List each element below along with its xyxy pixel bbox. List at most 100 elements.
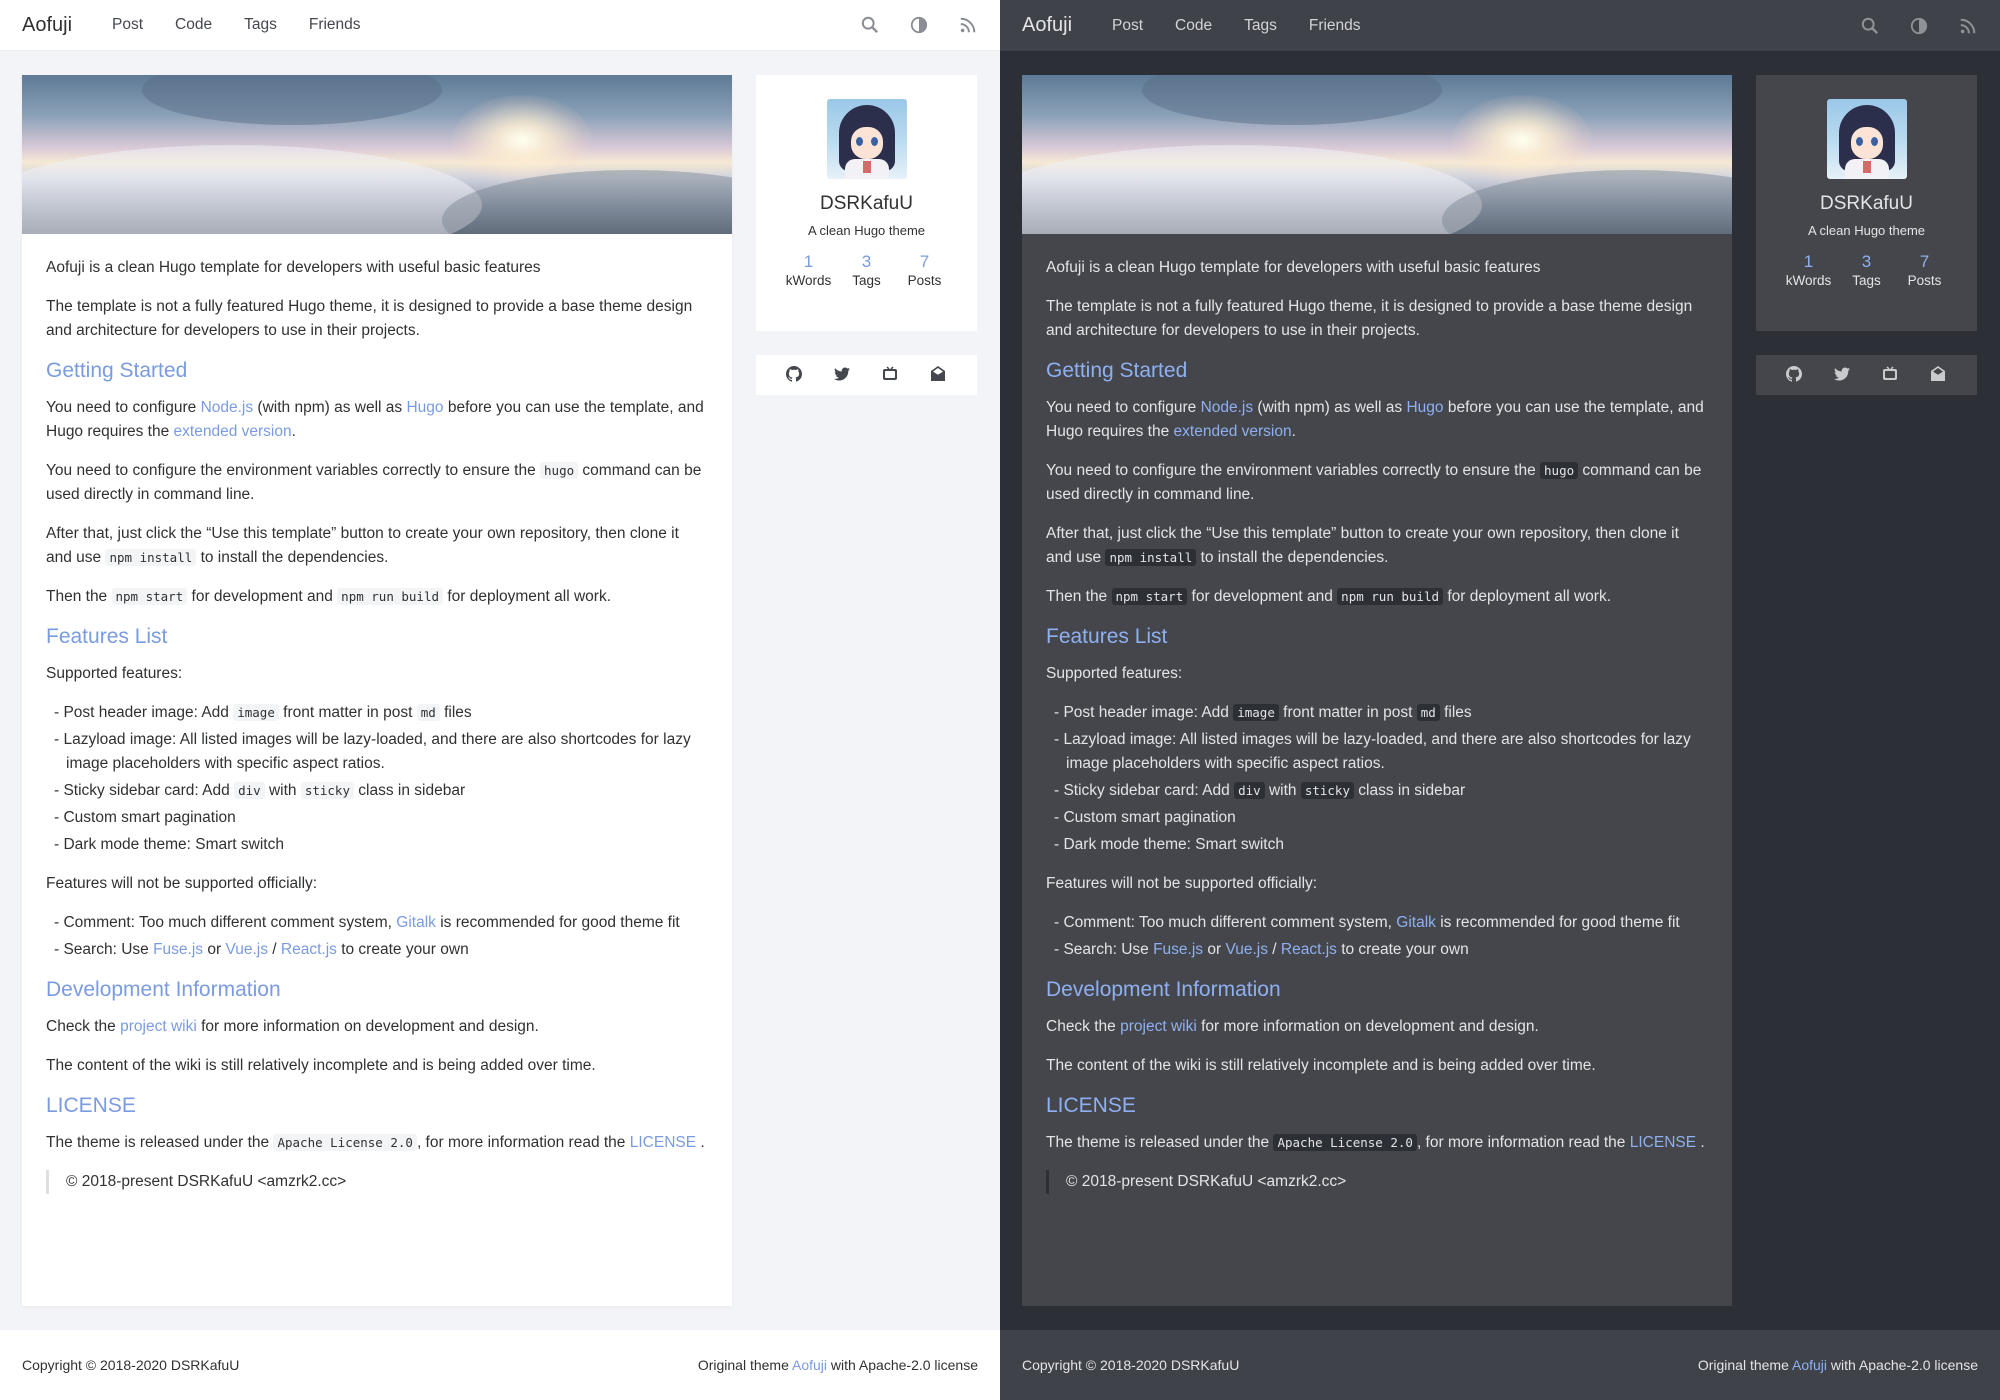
- paragraph: Then the npm start for development and n…: [1046, 588, 1612, 605]
- page-footer: Copyright © 2018-2020 DSRKafuU Original …: [1000, 1330, 2000, 1400]
- nav-friends[interactable]: Friends: [1309, 17, 1361, 35]
- heading-getting-started: Getting Started: [46, 359, 188, 382]
- supported-features-list: Post header image: Add image front matte…: [54, 701, 708, 857]
- social-links-card: [756, 355, 977, 395]
- contrast-icon[interactable]: [909, 15, 929, 35]
- contrast-icon[interactable]: [1909, 16, 1929, 36]
- list-item: Comment: Too much different comment syst…: [54, 911, 708, 935]
- link-vuejs[interactable]: Vue.js: [225, 941, 268, 958]
- profile-description: A clean Hugo theme: [807, 223, 926, 238]
- link-extended-version[interactable]: extended version: [1174, 423, 1292, 440]
- stat-posts[interactable]: 7 Posts: [896, 252, 954, 288]
- search-icon[interactable]: [860, 15, 880, 35]
- link-extended-version[interactable]: extended version: [174, 423, 292, 440]
- link-hugo[interactable]: Hugo: [406, 399, 443, 416]
- profile-card: DSRKafuU A clean Hugo theme 1 kWords 3 Tag…: [1756, 75, 1977, 331]
- heading-license: LICENSE: [1046, 1094, 1136, 1117]
- nav-post[interactable]: Post: [112, 16, 143, 34]
- github-icon[interactable]: [785, 366, 804, 384]
- link-fusejs[interactable]: Fuse.js: [153, 941, 203, 958]
- paragraph: After that, just click the “Use this tem…: [1046, 525, 1679, 566]
- link-hugo[interactable]: Hugo: [1406, 399, 1443, 416]
- list-item: Sticky sidebar card: Add div with sticky…: [54, 779, 708, 803]
- profile-description: A clean Hugo theme: [1807, 223, 1926, 238]
- profile-stats: 1 kWords 3 Tags 7 Posts: [756, 252, 977, 288]
- page-footer: Copyright © 2018-2020 DSRKafuU Original …: [0, 1330, 1000, 1400]
- list-item: Post header image: Add image front matte…: [1054, 701, 1708, 725]
- post-content: Aofuji is a clean Hugo template for deve…: [1022, 234, 1732, 1194]
- stat-posts[interactable]: 7 Posts: [1896, 252, 1954, 288]
- stat-tags[interactable]: 3 Tags: [838, 252, 896, 288]
- avatar: [1826, 99, 1907, 179]
- link-gitalk[interactable]: Gitalk: [1396, 914, 1436, 931]
- link-reactjs[interactable]: React.js: [281, 941, 337, 958]
- nav-friends[interactable]: Friends: [309, 16, 361, 34]
- top-navbar: Aofuji Post Code Tags Friends: [1000, 0, 2000, 51]
- intro-paragraph: Aofuji is a clean Hugo template for deve…: [46, 259, 541, 276]
- link-reactjs[interactable]: React.js: [1281, 941, 1337, 958]
- email-icon[interactable]: [1930, 366, 1948, 384]
- link-aofuji-theme[interactable]: Aofuji: [1792, 1357, 1827, 1373]
- link-vuejs[interactable]: Vue.js: [1225, 941, 1268, 958]
- unsupported-features-list: Comment: Too much different comment syst…: [1054, 911, 1708, 962]
- paragraph: Check the project wiki for more informat…: [46, 1018, 539, 1035]
- link-license[interactable]: LICENSE: [1630, 1134, 1696, 1151]
- link-license[interactable]: LICENSE: [630, 1134, 696, 1151]
- paragraph: Supported features:: [1046, 665, 1183, 682]
- paragraph: The theme is released under the Apache L…: [46, 1134, 705, 1151]
- nav-code[interactable]: Code: [1175, 17, 1212, 35]
- rss-icon[interactable]: [1958, 16, 1978, 36]
- top-navbar: Aofuji Post Code Tags Friends: [0, 0, 1000, 51]
- nav-tags[interactable]: Tags: [1244, 17, 1277, 35]
- twitter-icon[interactable]: [1833, 366, 1852, 384]
- link-aofuji-theme[interactable]: Aofuji: [792, 1357, 827, 1373]
- paragraph: The content of the wiki is still relativ…: [1046, 1057, 1596, 1074]
- list-item: Dark mode theme: Smart switch: [54, 833, 708, 857]
- copyright-quote: © 2018-present DSRKafuU <amzrk2.cc>: [46, 1170, 708, 1194]
- github-icon[interactable]: [1785, 366, 1804, 384]
- link-gitalk[interactable]: Gitalk: [396, 914, 436, 931]
- paragraph: Features will not be supported officiall…: [46, 875, 318, 892]
- bilibili-icon[interactable]: [1882, 366, 1900, 384]
- intro-paragraph: The template is not a fully featured Hug…: [1046, 298, 1693, 339]
- brand-logo[interactable]: Aofuji: [22, 14, 72, 37]
- stat-kwords[interactable]: 1 kWords: [780, 252, 838, 288]
- bilibili-icon[interactable]: [882, 366, 900, 384]
- email-icon[interactable]: [930, 366, 948, 384]
- link-nodejs[interactable]: Node.js: [201, 399, 254, 416]
- search-icon[interactable]: [1860, 16, 1880, 36]
- avatar: [826, 99, 907, 179]
- paragraph: You need to configure the environment va…: [46, 462, 702, 503]
- footer-credit: Original theme Aofuji with Apache-2.0 li…: [697, 1357, 978, 1373]
- twitter-icon[interactable]: [833, 366, 852, 384]
- paragraph: The theme is released under the Apache L…: [1046, 1134, 1705, 1151]
- brand-logo[interactable]: Aofuji: [1022, 14, 1072, 37]
- link-project-wiki[interactable]: project wiki: [1120, 1018, 1197, 1035]
- post-header-image: [22, 75, 732, 234]
- heading-development-information: Development Information: [1046, 978, 1281, 1001]
- nav-tags[interactable]: Tags: [244, 16, 277, 34]
- paragraph: Supported features:: [46, 665, 183, 682]
- link-nodejs[interactable]: Node.js: [1201, 399, 1254, 416]
- stat-kwords[interactable]: 1 kWords: [1780, 252, 1838, 288]
- inline-code: npm run build: [337, 588, 444, 605]
- footer-copyright: Copyright © 2018-2020 DSRKafuU: [1022, 1357, 1240, 1373]
- intro-paragraph: Aofuji is a clean Hugo template for deve…: [1046, 259, 1541, 276]
- post-card: Aofuji is a clean Hugo template for deve…: [1022, 75, 1732, 1306]
- rss-icon[interactable]: [958, 15, 978, 35]
- link-project-wiki[interactable]: project wiki: [120, 1018, 197, 1035]
- light-theme-preview: Aofuji Post Code Tags Friends Aofuji is …: [0, 0, 1000, 1400]
- profile-stats: 1 kWords 3 Tags 7 Posts: [1756, 252, 1977, 288]
- list-item: Custom smart pagination: [1054, 806, 1708, 830]
- stat-tags[interactable]: 3 Tags: [1838, 252, 1896, 288]
- supported-features-list: Post header image: Add image front matte…: [1054, 701, 1708, 857]
- dark-theme-preview: Aofuji Post Code Tags Friends Aofuji is …: [1000, 0, 2000, 1400]
- link-fusejs[interactable]: Fuse.js: [1153, 941, 1203, 958]
- heading-getting-started: Getting Started: [1046, 359, 1188, 382]
- nav-post[interactable]: Post: [1112, 17, 1143, 35]
- paragraph: Then the npm start for development and n…: [46, 588, 612, 605]
- list-item: Post header image: Add image front matte…: [54, 701, 708, 725]
- paragraph: Features will not be supported officiall…: [1046, 875, 1318, 892]
- nav-code[interactable]: Code: [175, 16, 212, 34]
- list-item: Comment: Too much different comment syst…: [1054, 911, 1708, 935]
